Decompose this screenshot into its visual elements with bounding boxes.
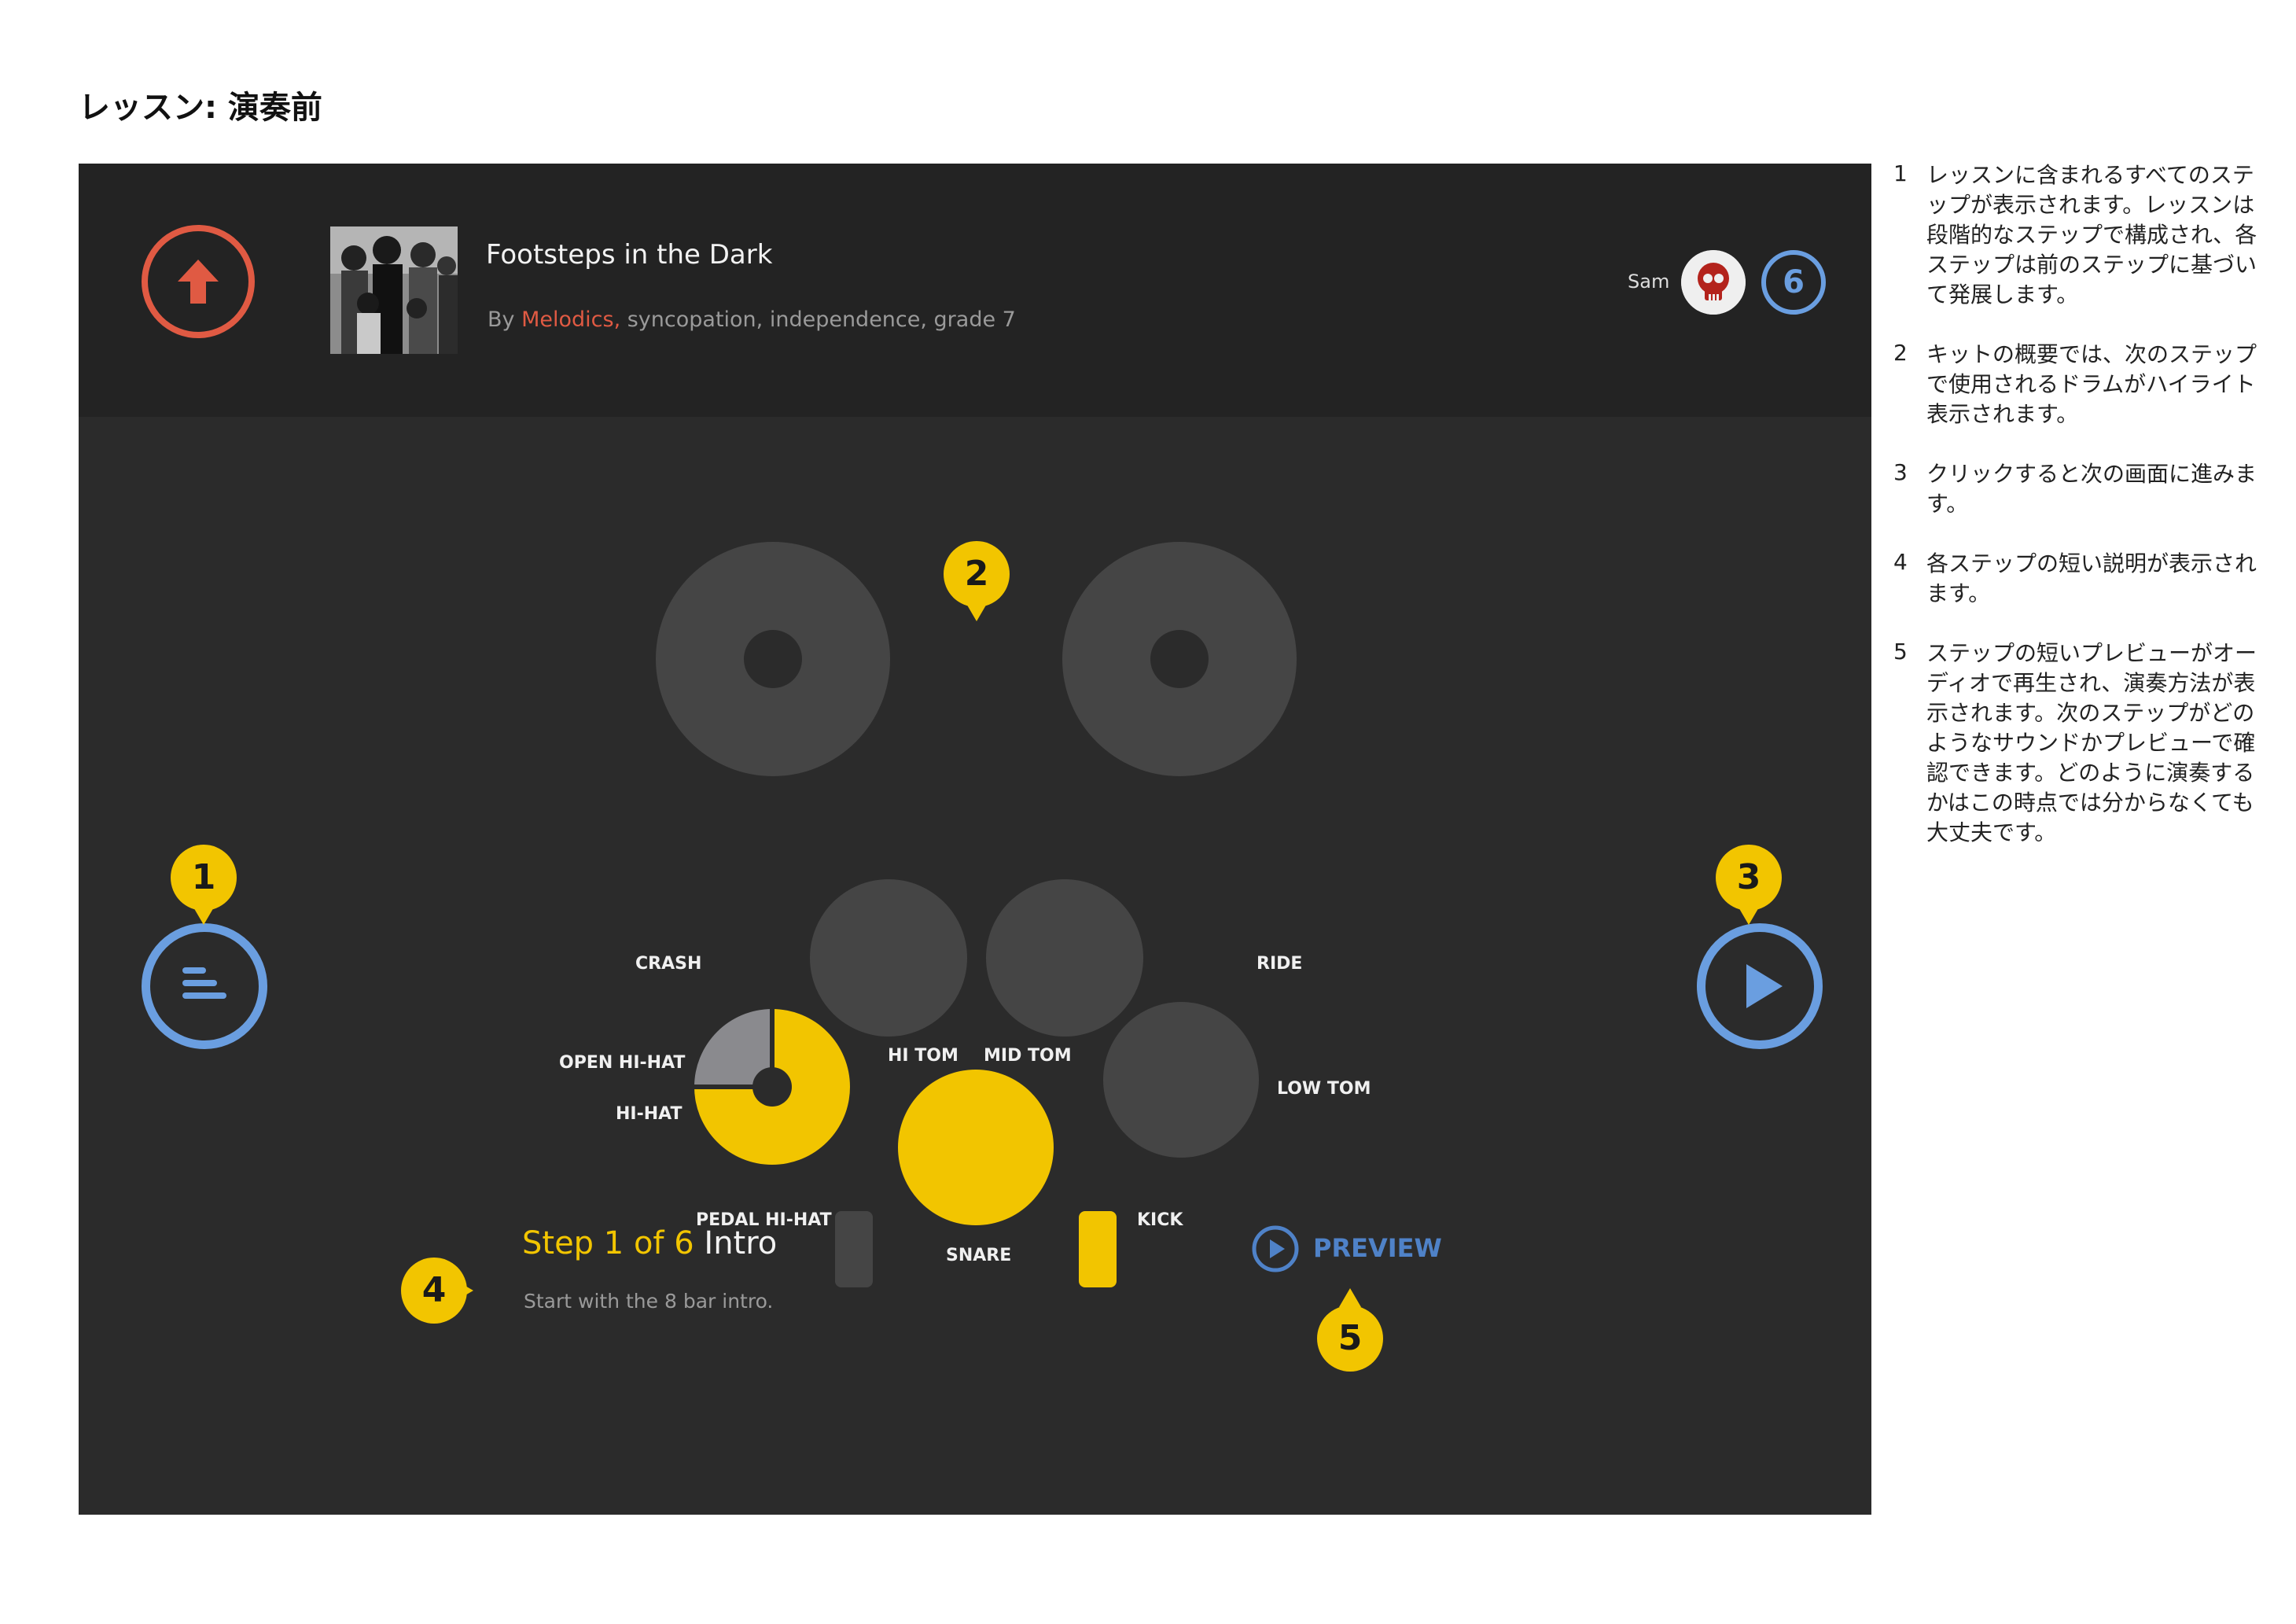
- note-item: 4 各ステップの短い説明が表示されます。: [1893, 549, 2263, 609]
- up-arrow-icon: [178, 260, 219, 304]
- ride-label: RIDE: [1257, 954, 1303, 974]
- snare-pad: [898, 1070, 1054, 1225]
- song-meta: By Melodics, syncopation, independence, …: [488, 307, 1016, 332]
- next-play-button[interactable]: [1697, 923, 1823, 1049]
- kick-label: KICK: [1137, 1210, 1183, 1230]
- annotation-notes: 1 レッスンに含まれるすべてのステップが表示されます。レッスンは段階的なステップ…: [1893, 160, 2263, 878]
- note-number: 2: [1893, 340, 1908, 366]
- step-count: Step 1 of 6: [522, 1225, 694, 1261]
- mid-tom-label: MID TOM: [984, 1046, 1072, 1066]
- note-text: 各ステップの短い説明が表示されます。: [1926, 551, 2257, 606]
- page-title: レッスン: 演奏前: [79, 90, 322, 126]
- note-item: 3 クリックすると次の画面に進みます。: [1893, 459, 2263, 519]
- note-text: クリックすると次の画面に進みます。: [1926, 461, 2257, 517]
- by-prefix: By: [488, 307, 522, 332]
- lesson-header: Footsteps in the Dark By Melodics, synco…: [79, 164, 1871, 417]
- note-text: レッスンに含まれるすべてのステップが表示されます。レッスンは段階的なステップで構…: [1926, 162, 2257, 307]
- hihat-label: HI-HAT: [616, 1104, 683, 1124]
- note-number: 1: [1893, 160, 1908, 186]
- back-up-button[interactable]: [142, 225, 255, 338]
- skull-avatar-icon: [1681, 250, 1746, 315]
- mid-tom-pad: [986, 879, 1143, 1037]
- steps-list-button[interactable]: [142, 923, 267, 1049]
- step-heading: Step 1 of 6 Intro: [522, 1225, 777, 1261]
- note-number: 4: [1893, 549, 1908, 575]
- crash-label: CRASH: [635, 954, 702, 974]
- callout-1: 1: [171, 845, 237, 911]
- user-name: Sam: [1628, 271, 1670, 293]
- note-text: キットの概要では、次のステップで使用されるドラムがハイライト表示されます。: [1926, 341, 2257, 427]
- artist-link[interactable]: Melodics,: [521, 307, 620, 332]
- callout-4: 4: [401, 1258, 467, 1324]
- note-item: 5 ステップの短いプレビューがオーディオで再生され、演奏方法が表示されます。次の…: [1893, 639, 2263, 848]
- callout-5: 5: [1317, 1305, 1383, 1372]
- open-hihat-label: OPEN HI-HAT: [559, 1053, 686, 1073]
- note-item: 2 キットの概要では、次のステップで使用されるドラムがハイライト表示されます。: [1893, 340, 2263, 429]
- song-title: Footsteps in the Dark: [486, 239, 773, 271]
- note-item: 1 レッスンに含まれるすべてのステップが表示されます。レッスンは段階的なステップ…: [1893, 160, 2263, 310]
- callout-5-pointer: [1339, 1288, 1361, 1307]
- hi-tom-pad: [810, 879, 967, 1037]
- play-circle-icon: [1252, 1225, 1299, 1272]
- step-name: Intro: [704, 1225, 778, 1261]
- song-tags: syncopation, independence, grade 7: [620, 307, 1016, 332]
- kick-pad: [1079, 1211, 1117, 1287]
- note-number: 3: [1893, 459, 1908, 485]
- steps-list-icon: [182, 967, 226, 999]
- snare-label: SNARE: [946, 1246, 1012, 1265]
- note-number: 5: [1893, 639, 1908, 665]
- hi-tom-label: HI TOM: [888, 1046, 959, 1066]
- level-badge: 6: [1761, 250, 1826, 315]
- preview-label: PREVIEW: [1313, 1233, 1442, 1263]
- album-art: [330, 226, 458, 354]
- callout-2: 2: [944, 541, 1010, 607]
- low-tom-pad: [1103, 1002, 1259, 1158]
- callout-3: 3: [1716, 845, 1782, 911]
- lesson-screen: Footsteps in the Dark By Melodics, synco…: [79, 164, 1871, 1515]
- low-tom-label: LOW TOM: [1277, 1079, 1371, 1099]
- note-text: ステップの短いプレビューがオーディオで再生され、演奏方法が表示されます。次のステ…: [1926, 640, 2257, 845]
- avatar[interactable]: [1681, 250, 1746, 315]
- step-description: Start with the 8 bar intro.: [524, 1290, 774, 1313]
- pedal-hihat-pad: [835, 1211, 873, 1287]
- play-icon: [1746, 964, 1783, 1008]
